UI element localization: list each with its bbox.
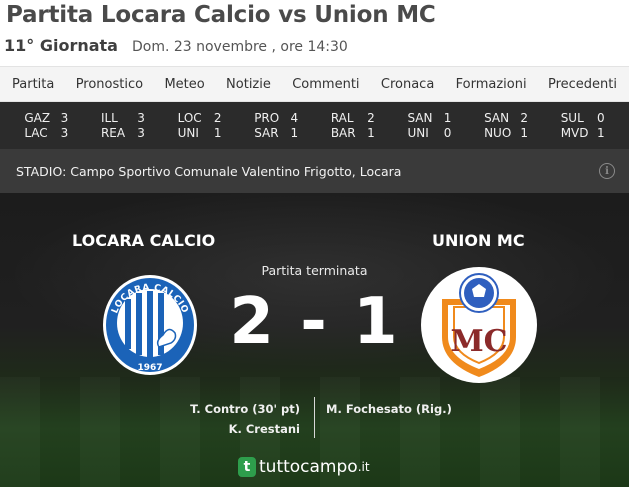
away-abbr: SAR	[254, 126, 279, 140]
result-item[interactable]: SAN 1 UNI 0	[407, 111, 451, 140]
stadium-label: STADIO: Campo Sportivo Comunale Valentin…	[16, 163, 402, 179]
home-abbr: SAN	[407, 111, 433, 125]
away-abbr: MVD	[560, 126, 589, 140]
away-score: 3	[137, 126, 145, 140]
union-mc-crest-icon[interactable]: MC	[418, 267, 540, 383]
tab-formazioni[interactable]: Formazioni	[456, 77, 527, 92]
match-scoreboard: LOCARA CALCIO UNION MC Partita terminata…	[0, 193, 629, 487]
home-abbr: RAL	[330, 111, 354, 125]
tab-notizie[interactable]: Notizie	[226, 77, 271, 92]
round-label: 11° Giornata	[4, 36, 118, 55]
tab-cronaca[interactable]: Cronaca	[381, 77, 434, 92]
away-abbr: UNI	[177, 126, 199, 140]
away-score: 1	[367, 126, 375, 140]
match-datetime: Dom. 23 novembre , ore 14:30	[131, 39, 348, 55]
info-icon[interactable]: i	[599, 163, 615, 179]
away-score: 1	[520, 126, 529, 140]
away-score: 1	[597, 126, 605, 140]
home-score: 2	[213, 111, 222, 125]
away-score: 1	[290, 126, 299, 140]
away-abbr: LAC	[24, 126, 48, 140]
home-score: 1	[443, 111, 452, 125]
home-abbr: SAN	[484, 111, 510, 125]
away-abbr: REA	[100, 126, 126, 140]
tab-partita[interactable]: Partita	[12, 77, 54, 92]
away-abbr: NUO	[484, 126, 512, 140]
result-item[interactable]: SAN 2 NUO 1	[484, 111, 528, 140]
match-subtitle: 11° Giornata Dom. 23 novembre , ore 14:3…	[4, 36, 348, 55]
home-score: 2	[367, 111, 375, 125]
crest-home-year: 1967	[137, 363, 162, 373]
scorer: M. Fochesato (Rig.)	[326, 402, 452, 416]
away-abbr: UNI	[407, 126, 429, 140]
home-score: 3	[60, 111, 69, 125]
away-team-name[interactable]: UNION MC	[432, 231, 525, 250]
logo-name: tuttocampo	[259, 457, 358, 477]
result-item[interactable]: GAZ 3 LAC 3	[24, 111, 68, 140]
tab-commenti[interactable]: Commenti	[292, 77, 359, 92]
scorer: K. Crestani	[228, 422, 300, 436]
home-score: 4	[290, 111, 299, 125]
result-item[interactable]: LOC 2 UNI 1	[178, 111, 222, 140]
crest-away-label: MC	[450, 324, 507, 359]
scorer: T. Contro (30' pt)	[190, 402, 300, 416]
home-abbr: GAZ	[24, 111, 51, 125]
home-abbr: ILL	[100, 111, 118, 125]
home-abbr: PRO	[254, 111, 280, 125]
away-score: 3	[60, 126, 69, 140]
home-abbr: LOC	[177, 111, 202, 125]
home-abbr: SUL	[560, 111, 584, 125]
result-item[interactable]: RAL 2 BAR 1	[331, 111, 375, 140]
locara-crest-icon[interactable]: LOCARA CALCIO 1967	[101, 273, 199, 377]
home-scorers: T. Contro (30' pt) K. Crestani	[190, 399, 300, 439]
away-scorers: M. Fochesato (Rig.)	[326, 399, 452, 419]
tuttocampo-mark-icon: t	[238, 457, 256, 477]
other-results-bar: GAZ 3 LAC 3 ILL 3 REA 3 LOC 2 UNI 1 PRO 4 SAR 1 …	[0, 102, 629, 149]
result-item[interactable]: SUL 0 MVD 1	[561, 111, 605, 140]
tuttocampo-logo[interactable]: t tuttocampo .it	[238, 457, 370, 477]
result-item[interactable]: PRO 4 SAR 1	[254, 111, 298, 140]
home-team-name[interactable]: LOCARA CALCIO	[72, 231, 215, 250]
result-item[interactable]: ILL 3 REA 3	[101, 111, 145, 140]
logo-tld: .it	[357, 460, 370, 474]
scorers-divider	[314, 397, 315, 438]
tab-pronostico[interactable]: Pronostico	[76, 77, 143, 92]
away-score: 0	[443, 126, 452, 140]
away-score: 1	[213, 126, 222, 140]
home-score: 2	[520, 111, 529, 125]
away-abbr: BAR	[330, 126, 356, 140]
match-tabs: Partita Pronostico Meteo Notizie Comment…	[0, 66, 629, 102]
stadium-bar: STADIO: Campo Sportivo Comunale Valentin…	[0, 149, 629, 193]
tab-meteo[interactable]: Meteo	[164, 77, 204, 92]
page-title: Partita Locara Calcio vs Union MC	[6, 2, 436, 28]
home-score: 0	[597, 111, 605, 125]
home-score: 3	[137, 111, 145, 125]
tab-precedenti[interactable]: Precedenti	[548, 77, 617, 92]
